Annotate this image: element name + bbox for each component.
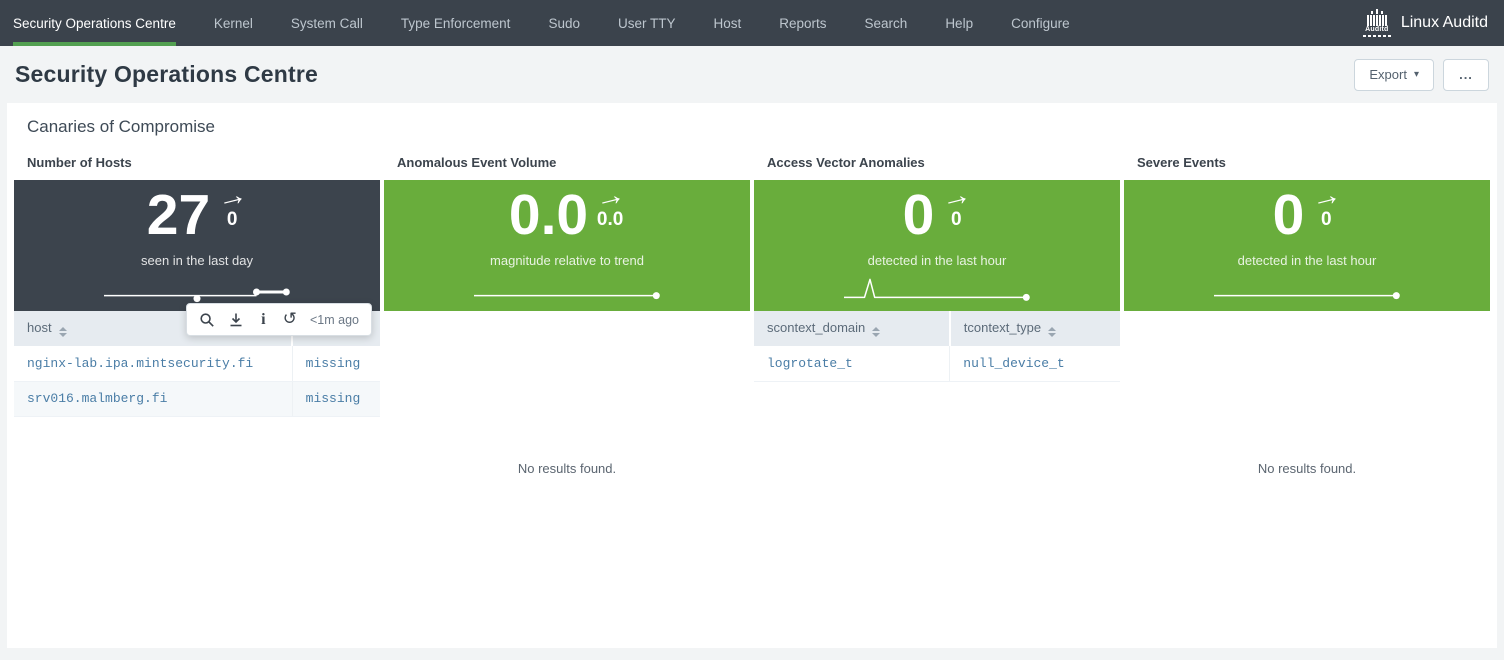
sparkline-chart [1214, 277, 1400, 307]
section-title: Canaries of Compromise [7, 103, 1497, 150]
sparkline-chart [844, 277, 1030, 307]
trend-arrow-icon: → [939, 181, 974, 213]
chevron-down-icon: ▾ [1414, 69, 1419, 80]
trend-arrow-icon: → [215, 181, 250, 213]
panel-severe-events: Severe Events 0 → 0 detected in the last… [1124, 150, 1490, 648]
results-anomalous-event-volume: No results found. [384, 311, 750, 648]
more-actions-label: ... [1459, 67, 1473, 82]
nav-item-search[interactable]: Search [865, 0, 908, 46]
sparkline-chart [474, 277, 660, 307]
download-icon[interactable] [228, 311, 244, 328]
nav-item-host[interactable]: Host [713, 0, 741, 46]
refresh-age-label: <1m ago [310, 313, 359, 327]
export-button-label: Export [1369, 67, 1407, 82]
panel-number-of-hosts: Number of Hosts 27 → 0 seen in the last … [14, 150, 380, 648]
nav-item-kernel[interactable]: Kernel [214, 0, 253, 46]
scontext-cell[interactable]: logrotate_t [754, 346, 950, 381]
nav-item-user-tty[interactable]: User TTY [618, 0, 676, 46]
kpi-value: 0 [903, 186, 935, 246]
panel-hover-toolbar: i ↺ <1m ago [186, 303, 372, 336]
column-header-tcontext-type[interactable]: tcontext_type [950, 311, 1120, 346]
sort-icon [1048, 327, 1056, 337]
value-cell[interactable]: missing [292, 346, 380, 381]
page-title: Security Operations Centre [15, 61, 318, 88]
value-cell[interactable]: missing [292, 381, 380, 416]
auditd-logo-icon: Auditd [1363, 9, 1391, 37]
panel-title: Number of Hosts [14, 150, 380, 180]
logo-text: Auditd [1365, 26, 1388, 34]
anomalies-table: scontext_domain tcontext_type logrotate_… [754, 311, 1120, 382]
nav-item-security-operations-centre[interactable]: Security Operations Centre [13, 0, 176, 46]
panel-title: Severe Events [1124, 150, 1490, 180]
kpi-access-vector-anomalies[interactable]: 0 → 0 detected in the last hour [754, 180, 1120, 311]
sort-icon [872, 327, 880, 337]
refresh-icon[interactable]: ↺ [283, 311, 297, 328]
app-name-label: Linux Auditd [1401, 14, 1488, 32]
trend-arrow-icon: → [592, 181, 627, 213]
nav-item-reports[interactable]: Reports [779, 0, 826, 46]
kpi-severe-events[interactable]: 0 → 0 detected in the last hour [1124, 180, 1490, 311]
no-results-message: No results found. [384, 311, 750, 476]
host-cell[interactable]: nginx-lab.ipa.mintsecurity.fi [14, 346, 292, 381]
panel-title: Anomalous Event Volume [384, 150, 750, 180]
kpi-anomalous-event-volume[interactable]: 0.0 → 0.0 magnitude relative to trend [384, 180, 750, 311]
kpi-number-of-hosts[interactable]: 27 → 0 seen in the last day [14, 180, 380, 311]
app-navbar: Security Operations Centre Kernel System… [0, 0, 1504, 46]
kpi-value: 0.0 [509, 186, 588, 246]
results-access-vector-anomalies: scontext_domain tcontext_type logrotate_… [754, 311, 1120, 648]
table-row: logrotate_t null_device_t [754, 346, 1120, 381]
kpi-subtitle: detected in the last hour [1238, 253, 1377, 268]
nav-item-sudo[interactable]: Sudo [548, 0, 580, 46]
kpi-value: 0 [1273, 186, 1305, 246]
nav-item-system-call[interactable]: System Call [291, 0, 363, 46]
panel-access-vector-anomalies: Access Vector Anomalies 0 → 0 detected i… [754, 150, 1120, 648]
panel-row: Number of Hosts 27 → 0 seen in the last … [7, 150, 1497, 648]
table-row: nginx-lab.ipa.mintsecurity.fi missing [14, 346, 380, 381]
kpi-subtitle: magnitude relative to trend [490, 253, 644, 268]
nav-item-help[interactable]: Help [945, 0, 973, 46]
nav-item-type-enforcement[interactable]: Type Enforcement [401, 0, 511, 46]
app-brand: Auditd Linux Auditd [1363, 0, 1504, 46]
results-number-of-hosts: host nginx-lab.ipa.mintsecurity.fi missi… [14, 311, 380, 648]
page-footer-strip [0, 648, 1504, 660]
kpi-subtitle: detected in the last hour [868, 253, 1007, 268]
kpi-subtitle: seen in the last day [141, 253, 253, 268]
dashboard-title-bar: Security Operations Centre Export ▾ ... [0, 46, 1504, 103]
no-results-message: No results found. [1124, 311, 1490, 476]
column-header-scontext-domain[interactable]: scontext_domain [754, 311, 950, 346]
table-row: srv016.malmberg.fi missing [14, 381, 380, 416]
sort-icon [59, 327, 67, 337]
dashboard-body: Canaries of Compromise Number of Hosts 2… [7, 103, 1497, 648]
info-icon[interactable]: i [257, 311, 270, 328]
host-cell[interactable]: srv016.malmberg.fi [14, 381, 292, 416]
nav-item-configure[interactable]: Configure [1011, 0, 1070, 46]
kpi-value: 27 [147, 186, 210, 246]
panel-title: Access Vector Anomalies [754, 150, 1120, 180]
results-severe-events: No results found. [1124, 311, 1490, 648]
export-button[interactable]: Export ▾ [1354, 59, 1434, 91]
search-icon[interactable] [199, 311, 215, 328]
more-actions-button[interactable]: ... [1443, 59, 1489, 91]
tcontext-cell[interactable]: null_device_t [950, 346, 1120, 381]
panel-anomalous-event-volume: Anomalous Event Volume 0.0 → 0.0 magnitu… [384, 150, 750, 648]
trend-arrow-icon: → [1309, 181, 1344, 213]
